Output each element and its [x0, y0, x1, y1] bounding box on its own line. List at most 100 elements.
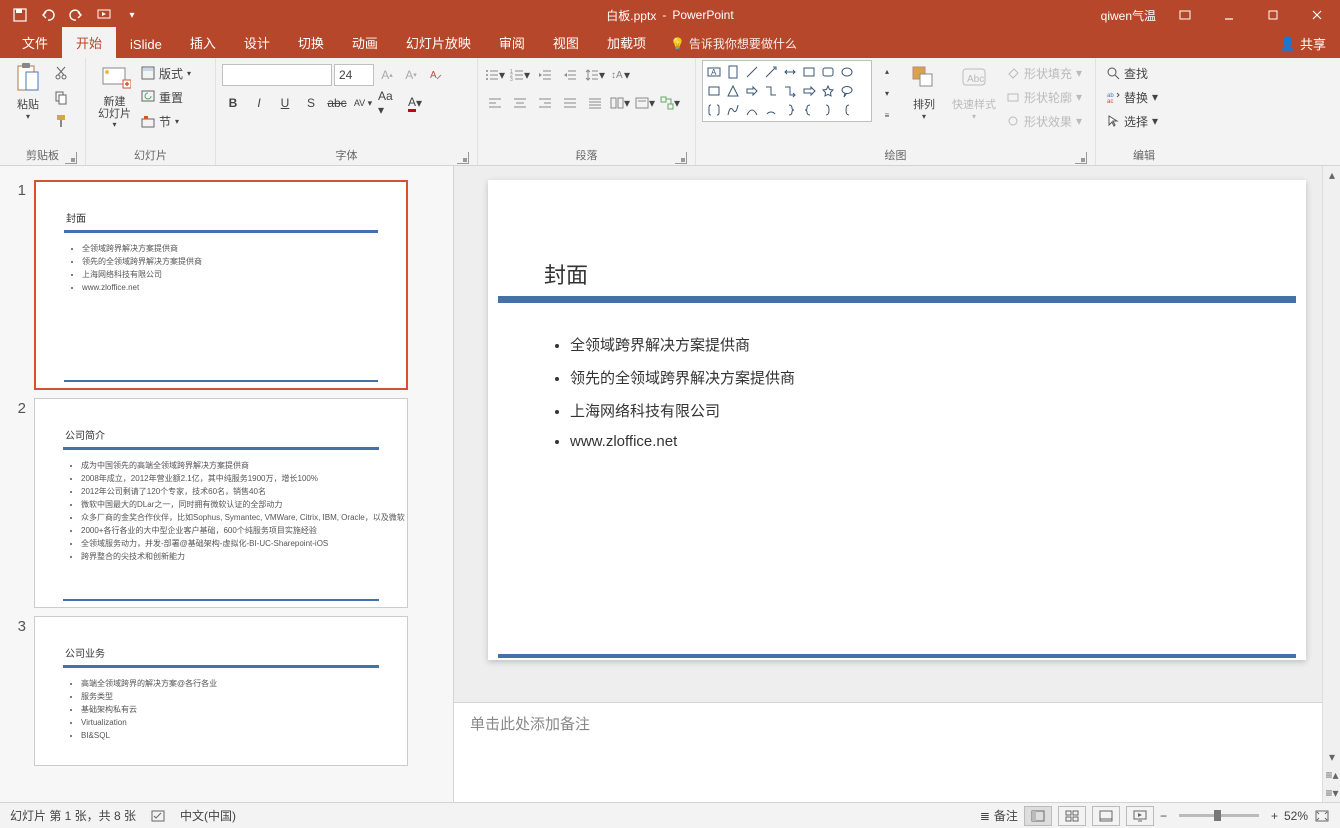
double-bracket-shape[interactable]	[705, 101, 723, 119]
rectangle-shape[interactable]	[800, 63, 818, 81]
slide-title[interactable]: 封面	[544, 258, 588, 290]
tab-review[interactable]: 审阅	[485, 27, 539, 58]
notes-toggle[interactable]: ≣备注	[980, 807, 1018, 824]
redo-button[interactable]	[64, 3, 88, 27]
editor-scrollbar[interactable]: ▴ ▾ ≡▴ ≡▾	[1322, 166, 1340, 802]
justify-button[interactable]	[559, 92, 581, 114]
minimize-button[interactable]	[1214, 3, 1244, 27]
tab-home[interactable]: 开始	[62, 27, 116, 58]
numbering-button[interactable]: 123▾	[509, 64, 531, 86]
previous-slide-button[interactable]: ≡▴	[1323, 766, 1340, 784]
zoom-level[interactable]: 52%	[1284, 809, 1308, 823]
font-size-combo[interactable]: 24	[334, 64, 374, 86]
speech-bubble-shape[interactable]	[838, 82, 856, 100]
tab-animation[interactable]: 动画	[338, 27, 392, 58]
decrease-indent-button[interactable]	[534, 64, 556, 86]
columns-button[interactable]: ▾	[609, 92, 631, 114]
tab-transition[interactable]: 切换	[284, 27, 338, 58]
oval-shape[interactable]	[838, 63, 856, 81]
canvas-area[interactable]: 封面 全领域跨界解决方案提供商 领先的全领域跨界解决方案提供商 上海网络科技有限…	[454, 166, 1340, 702]
right-brace-shape[interactable]	[781, 101, 799, 119]
increase-indent-button[interactable]	[559, 64, 581, 86]
strikethrough-button[interactable]: abc	[326, 92, 348, 114]
reading-view-button[interactable]	[1092, 806, 1120, 826]
bold-button[interactable]: B	[222, 92, 244, 114]
find-button[interactable]: 查找	[1102, 62, 1152, 84]
shapes-gallery[interactable]: A	[702, 60, 872, 122]
customize-qat-button[interactable]: ▾	[120, 3, 144, 27]
shape-outline-button[interactable]: 形状轮廓 ▾	[1002, 86, 1086, 108]
tab-islide[interactable]: iSlide	[116, 31, 176, 58]
new-slide-button[interactable]: 新建 幻灯片 ▾	[92, 60, 137, 131]
text-direction-button[interactable]: ↕A▾	[609, 64, 631, 86]
ribbon-display-options-button[interactable]	[1170, 3, 1200, 27]
slide-sorter-button[interactable]	[1058, 806, 1086, 826]
drawing-dialog-launcher[interactable]	[1075, 152, 1087, 164]
vertical-textbox-shape[interactable]	[724, 63, 742, 81]
fit-to-window-button[interactable]	[1314, 809, 1330, 823]
italic-button[interactable]: I	[248, 92, 270, 114]
paste-button[interactable]: 粘贴 ▾	[6, 60, 50, 123]
slide-thumbnail-2[interactable]: 公司简介 成为中国领先的高端全领域跨界解决方案提供商 2008年成立，2012年…	[34, 398, 408, 608]
arrange-button[interactable]: 排列▾	[902, 60, 946, 123]
font-color-button[interactable]: A ▾	[404, 92, 426, 114]
align-right-button[interactable]	[534, 92, 556, 114]
textbox-shape[interactable]: A	[705, 63, 723, 81]
reset-button[interactable]: 重置	[137, 86, 195, 108]
normal-view-button[interactable]	[1024, 806, 1052, 826]
save-button[interactable]	[8, 3, 32, 27]
user-name[interactable]: qiwen气温	[1101, 7, 1156, 24]
share-button[interactable]: 👤 共享	[1280, 34, 1326, 53]
tab-slideshow[interactable]: 幻灯片放映	[392, 27, 485, 58]
increase-font-button[interactable]: A▴	[376, 64, 398, 86]
rounded-rect-shape[interactable]	[819, 63, 837, 81]
left-bracket-shape[interactable]	[838, 101, 856, 119]
zoom-out-button[interactable]: −	[1160, 809, 1167, 823]
curved-connector-shape[interactable]	[743, 101, 761, 119]
format-painter-button[interactable]	[50, 110, 72, 132]
character-spacing-button[interactable]: AV ▾	[352, 92, 374, 114]
freeform-shape[interactable]	[724, 101, 742, 119]
slide-canvas[interactable]: 封面 全领域跨界解决方案提供商 领先的全领域跨界解决方案提供商 上海网络科技有限…	[488, 180, 1306, 660]
right-arrow-shape[interactable]	[743, 82, 761, 100]
decrease-font-button[interactable]: A▾	[400, 64, 422, 86]
shapes-more[interactable]: ≡	[876, 104, 898, 126]
tab-view[interactable]: 视图	[539, 27, 593, 58]
elbow-arrow-shape[interactable]	[781, 82, 799, 100]
scroll-up-button[interactable]: ▴	[1323, 166, 1340, 184]
start-from-beginning-button[interactable]	[92, 3, 116, 27]
close-button[interactable]	[1302, 3, 1332, 27]
shape-effects-button[interactable]: 形状效果 ▾	[1002, 110, 1086, 132]
shapes-row-down[interactable]: ▾	[876, 82, 898, 104]
clear-formatting-button[interactable]: A	[424, 64, 446, 86]
font-dialog-launcher[interactable]	[457, 152, 469, 164]
notes-pane[interactable]: 单击此处添加备注	[454, 702, 1322, 802]
zoom-in-button[interactable]: +	[1271, 809, 1278, 823]
underline-button[interactable]: U	[274, 92, 296, 114]
clipboard-dialog-launcher[interactable]	[65, 152, 77, 164]
select-button[interactable]: 选择 ▾	[1102, 110, 1162, 132]
copy-button[interactable]	[50, 86, 72, 108]
slide-counter[interactable]: 幻灯片 第 1 张，共 8 张	[10, 807, 136, 824]
cut-button[interactable]	[50, 62, 72, 84]
spell-check-icon[interactable]	[150, 808, 166, 824]
right-bracket-shape[interactable]	[819, 101, 837, 119]
block-arrow-shape[interactable]	[800, 82, 818, 100]
slide-thumbnail-3[interactable]: 公司业务 高端全领域跨界的解决方案@各行各业 服务类型 基础架构私有云 Virt…	[34, 616, 408, 766]
distribute-button[interactable]	[584, 92, 606, 114]
line-shape[interactable]	[743, 63, 761, 81]
double-arrow-shape[interactable]	[781, 63, 799, 81]
star-shape[interactable]	[819, 82, 837, 100]
scroll-down-button[interactable]: ▾	[1323, 748, 1340, 766]
tab-file[interactable]: 文件	[8, 27, 62, 58]
arc-shape[interactable]	[762, 101, 780, 119]
line-spacing-button[interactable]: ▾	[584, 64, 606, 86]
tell-me-search[interactable]: 💡 告诉我你想要做什么	[670, 29, 797, 58]
slide-content[interactable]: 全领域跨界解决方案提供商 领先的全领域跨界解决方案提供商 上海网络科技有限公司 …	[552, 328, 795, 456]
maximize-button[interactable]	[1258, 3, 1288, 27]
shadow-button[interactable]: S	[300, 92, 322, 114]
bullets-button[interactable]: ▾	[484, 64, 506, 86]
shape-fill-button[interactable]: 形状填充 ▾	[1002, 62, 1086, 84]
layout-button[interactable]: 版式▾	[137, 62, 195, 84]
font-name-combo[interactable]	[222, 64, 332, 86]
